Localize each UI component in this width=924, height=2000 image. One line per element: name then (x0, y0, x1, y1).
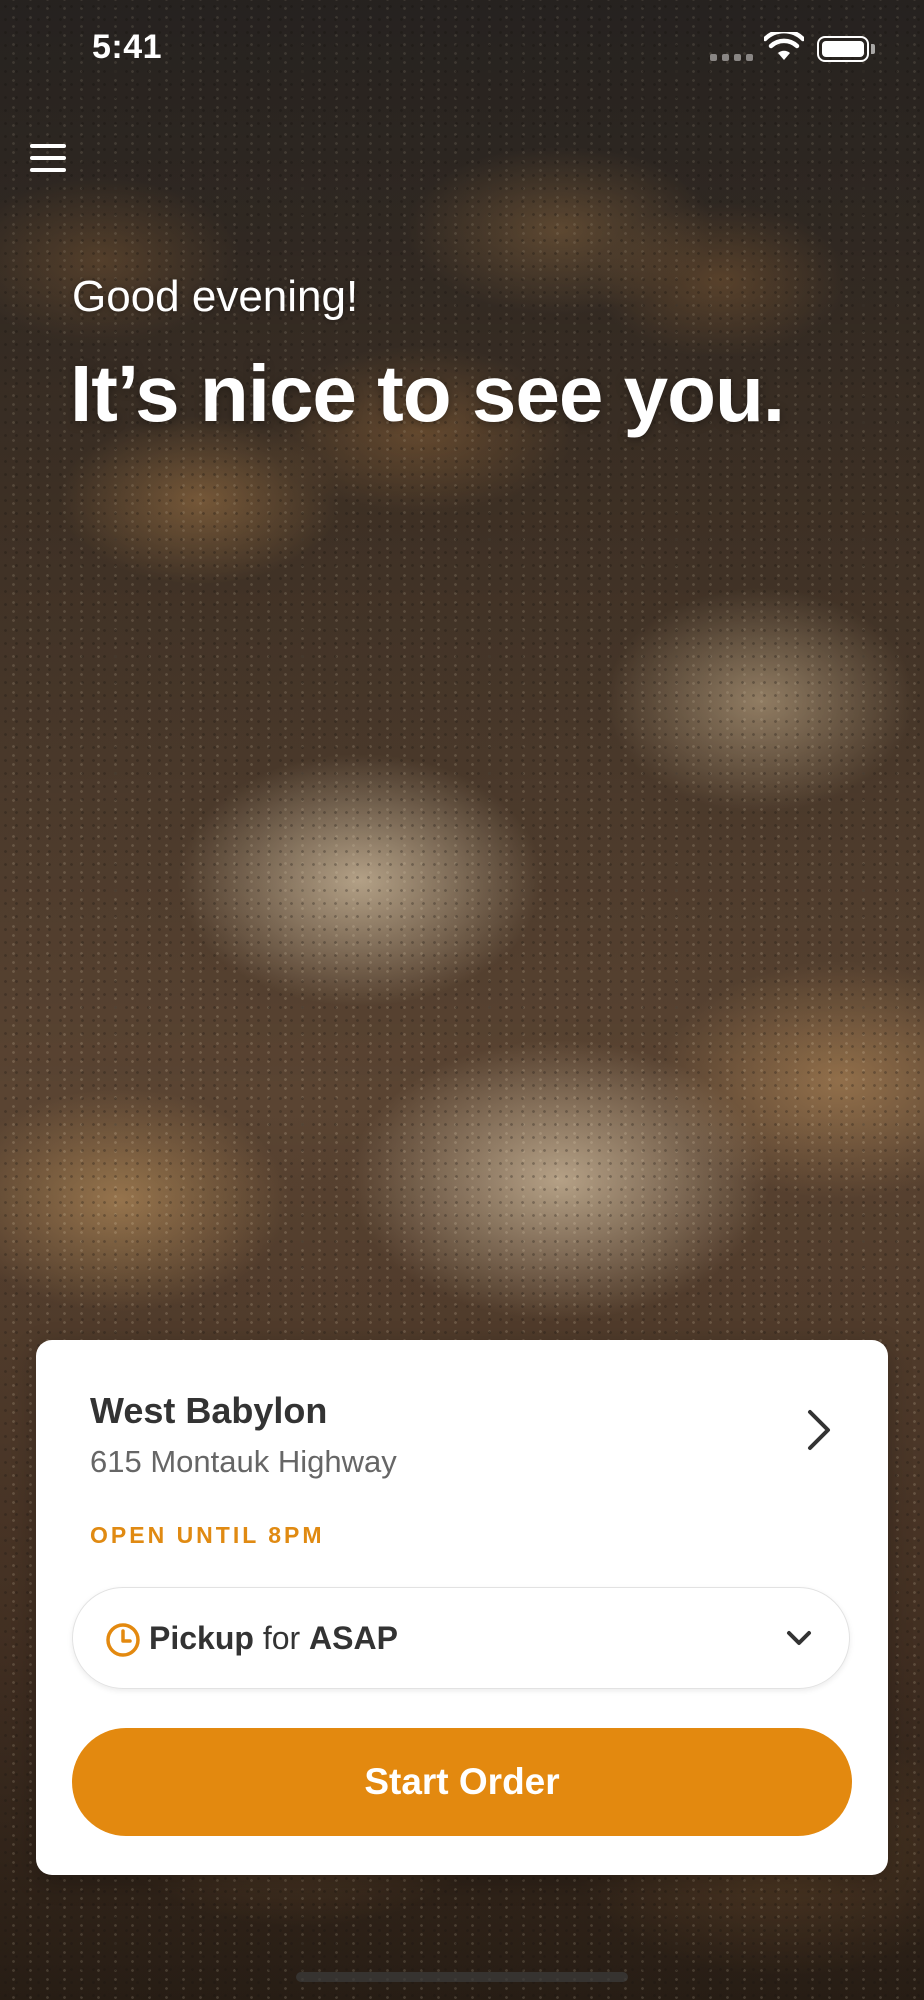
hamburger-menu-icon[interactable] (30, 135, 76, 181)
chevron-right-icon (804, 1408, 834, 1457)
page-title: It’s nice to see you. (70, 349, 785, 438)
order-mode-connector: for (262, 1620, 301, 1656)
start-order-button[interactable]: Start Order (72, 1728, 852, 1836)
battery-icon (817, 36, 869, 62)
home-indicator[interactable] (296, 1972, 628, 1982)
clock-icon (105, 1622, 141, 1663)
store-selector[interactable]: West Babylon 615 Montauk Highway (36, 1340, 888, 1490)
signal-icon (710, 54, 753, 61)
battery-cap (871, 44, 875, 54)
status-bar: 5:41 (0, 0, 924, 100)
store-address: 615 Montauk Highway (90, 1444, 397, 1479)
chevron-down-icon (785, 1628, 813, 1653)
home-screen: 5:41 Good evening! It’s nice to see you.… (0, 0, 924, 2000)
greeting-text: Good evening! (72, 272, 359, 321)
order-mode-dropdown[interactable]: Pickup for ASAP (72, 1587, 850, 1689)
order-mode-label: Pickup for ASAP (149, 1620, 398, 1657)
order-mode-type: Pickup (149, 1620, 254, 1656)
store-hours-status: OPEN UNTIL 8PM (90, 1522, 325, 1548)
location-card: West Babylon 615 Montauk Highway OPEN UN… (36, 1340, 888, 1875)
store-name: West Babylon (90, 1390, 328, 1431)
order-mode-time: ASAP (309, 1620, 398, 1656)
status-time: 5:41 (92, 28, 163, 66)
wifi-icon (762, 28, 806, 67)
